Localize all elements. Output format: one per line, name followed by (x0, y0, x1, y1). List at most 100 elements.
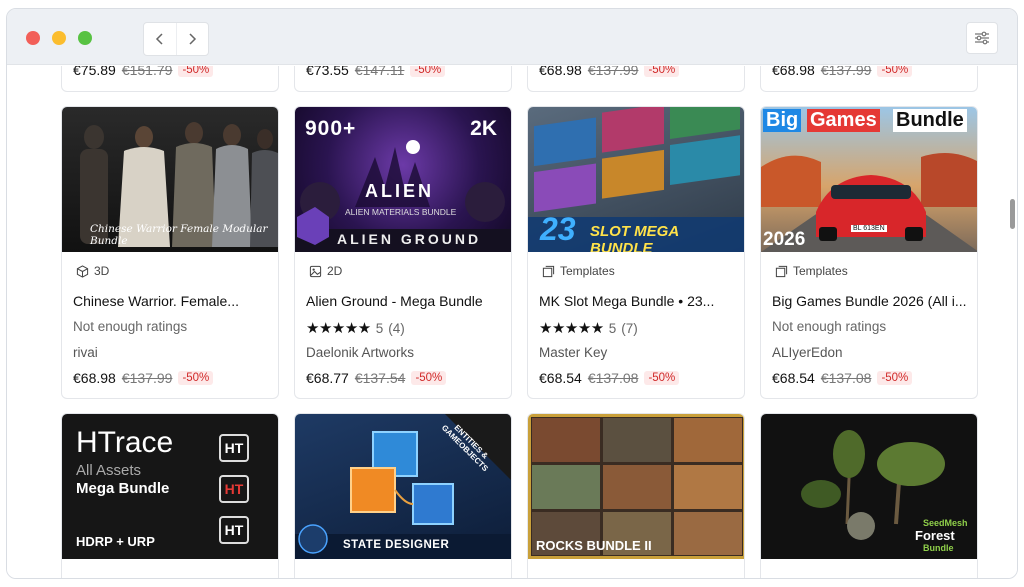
thumbnail-footer: ALIEN GROUND (337, 231, 482, 247)
original-price: €137.08 (820, 370, 872, 386)
sliders-icon (975, 31, 989, 45)
thumbnail-title-games: Games (807, 109, 880, 132)
thumbnail-subtitle-2: Mega Bundle (76, 480, 170, 497)
product-thumbnail[interactable]: SeedMesh Forest Bundle (761, 414, 977, 559)
title-bar (7, 9, 1017, 65)
product-thumbnail[interactable]: ENTITIES & GAMEOBJECTS STATE DESIGNER (295, 414, 511, 559)
product-card[interactable]: €73.55 €147.11 -50% (294, 66, 512, 92)
price-row: €68.54 €137.08 -50% (539, 370, 680, 386)
thumbnail-title-bundle: Bundle (893, 109, 967, 132)
price-row: €68.98 €137.99 -50% (73, 370, 214, 386)
product-card[interactable]: €68.98 €137.99 -50% (527, 66, 745, 92)
ht-logo-badge: HT (219, 516, 249, 544)
product-card[interactable]: €68.98 €137.99 -50% (760, 66, 978, 92)
discount-badge: -50% (644, 371, 680, 385)
thumbnail-title: ALIEN (365, 181, 434, 201)
brand-product: Forest (915, 528, 955, 543)
price-row: €73.55 €147.11 -50% (306, 66, 446, 78)
discount-badge: -50% (411, 371, 447, 385)
product-thumbnail[interactable]: Big Games Bundle BL 613EN 2026 (761, 107, 977, 252)
image-icon (309, 265, 322, 277)
publisher-name[interactable]: Daelonik Artworks (306, 345, 414, 360)
history-nav (143, 22, 209, 56)
product-card[interactable]: SeedMesh Forest Bundle (760, 413, 978, 578)
discount-badge: -50% (178, 371, 214, 385)
price-row: €75.89 €151.79 -50% (73, 66, 214, 78)
category-label: 3D (94, 264, 110, 278)
publisher-name[interactable]: rivai (73, 345, 98, 360)
product-card[interactable]: ENTITIES & GAMEOBJECTS STATE DESIGNER (294, 413, 512, 578)
price-row: €68.77 €137.54 -50% (306, 370, 447, 386)
product-thumbnail[interactable]: 900+ 2K ALIEN ALIEN MATERIALS BUNDLE ALI… (295, 107, 511, 252)
product-thumbnail[interactable]: Chinese Warrior Female Modular Bundle (62, 107, 278, 252)
discount-badge: -50% (178, 66, 214, 77)
license-plate: BL 613EN (851, 225, 887, 232)
price-row: €68.98 €137.99 -50% (772, 66, 913, 78)
product-thumbnail[interactable]: HTrace All Assets Mega Bundle HDRP + URP… (62, 414, 278, 559)
product-card[interactable]: Big Games Bundle BL 613EN 2026 Templates… (760, 106, 978, 399)
thumbnail-year: 2026 (763, 229, 806, 250)
publisher-name[interactable]: ALIyerEdon (772, 345, 843, 360)
product-name[interactable]: Alien Ground - Mega Bundle (306, 293, 502, 309)
brand-bundle: Bundle (923, 543, 954, 553)
product-card[interactable]: 23 SLOT MEGA BUNDLE Templates MK Slot Me… (527, 106, 745, 399)
category-label: Templates (793, 264, 848, 278)
price: €68.98 (772, 66, 815, 78)
maximize-window-button[interactable] (78, 31, 92, 45)
original-price: €137.99 (820, 66, 872, 78)
browser-window: €75.89 €151.79 -50% €73.55 €147.11 -50% … (6, 8, 1018, 579)
product-card[interactable]: ROCKS BUNDLE II (527, 413, 745, 578)
back-button[interactable] (144, 23, 176, 55)
price: €68.54 (772, 370, 815, 386)
product-name[interactable]: MK Slot Mega Bundle • 23... (539, 293, 735, 309)
chevron-right-icon (189, 33, 197, 45)
scrollbar-thumb[interactable] (1010, 199, 1015, 229)
publisher-name[interactable]: Master Key (539, 345, 607, 360)
original-price: €137.08 (587, 370, 639, 386)
cube-icon (76, 264, 89, 278)
close-window-button[interactable] (26, 31, 40, 45)
category-label: Templates (560, 264, 615, 278)
product-name[interactable]: Chinese Warrior. Female... (73, 293, 269, 309)
rating-count: (4) (388, 320, 405, 336)
star-rating-icon: ★★★★★ (306, 320, 371, 337)
filter-settings-button[interactable] (966, 22, 998, 54)
product-card[interactable]: Chinese Warrior Female Modular Bundle 3D… (61, 106, 279, 399)
original-price: €151.79 (121, 66, 173, 78)
rating-status: Not enough ratings (772, 319, 887, 334)
thumbnail-count-label: 900+ (305, 117, 357, 140)
thumbnail-subtitle: ALIEN MATERIALS BUNDLE (345, 207, 457, 217)
product-name[interactable]: Big Games Bundle 2026 (All i... (772, 293, 968, 309)
product-card[interactable]: 900+ 2K ALIEN ALIEN MATERIALS BUNDLE ALI… (294, 106, 512, 399)
discount-badge: -50% (877, 66, 913, 77)
forward-button[interactable] (175, 23, 209, 55)
ht-logo-badge: HT (219, 434, 249, 462)
price: €75.89 (73, 66, 116, 78)
product-card[interactable]: €75.89 €151.79 -50% (61, 66, 279, 92)
thumbnail-title: STATE DESIGNER (343, 539, 450, 551)
discount-badge: -50% (410, 66, 446, 77)
state-designer-cubes-image (295, 414, 511, 559)
price: €68.98 (539, 66, 582, 78)
discount-badge: -50% (644, 66, 680, 77)
thumbnail-title: SLOT MEGA BUNDLE (590, 223, 679, 252)
product-thumbnail[interactable]: ROCKS BUNDLE II (528, 414, 744, 559)
rating-score: 5 (608, 320, 617, 336)
thumbnail-title-big: Big (763, 109, 802, 132)
price: €68.54 (539, 370, 582, 386)
thumbnail-subtitle: All Assets (76, 462, 142, 479)
rating-count: (7) (621, 320, 638, 336)
brand-name: SeedMesh (923, 518, 968, 528)
product-card[interactable]: HTrace All Assets Mega Bundle HDRP + URP… (61, 413, 279, 578)
star-rating-icon: ★★★★★ (539, 320, 604, 337)
category-tag: 3D (76, 264, 109, 278)
thumbnail-resolution-label: 2K (470, 117, 497, 140)
price: €68.98 (73, 370, 116, 386)
rating: ★★★★★ 5 (7) (539, 319, 638, 337)
original-price: €137.54 (354, 370, 406, 386)
product-thumbnail[interactable]: 23 SLOT MEGA BUNDLE (528, 107, 744, 252)
original-price: €137.99 (121, 370, 173, 386)
minimize-window-button[interactable] (52, 31, 66, 45)
thumbnail-footer: HDRP + URP (76, 534, 155, 549)
price: €68.77 (306, 370, 349, 386)
